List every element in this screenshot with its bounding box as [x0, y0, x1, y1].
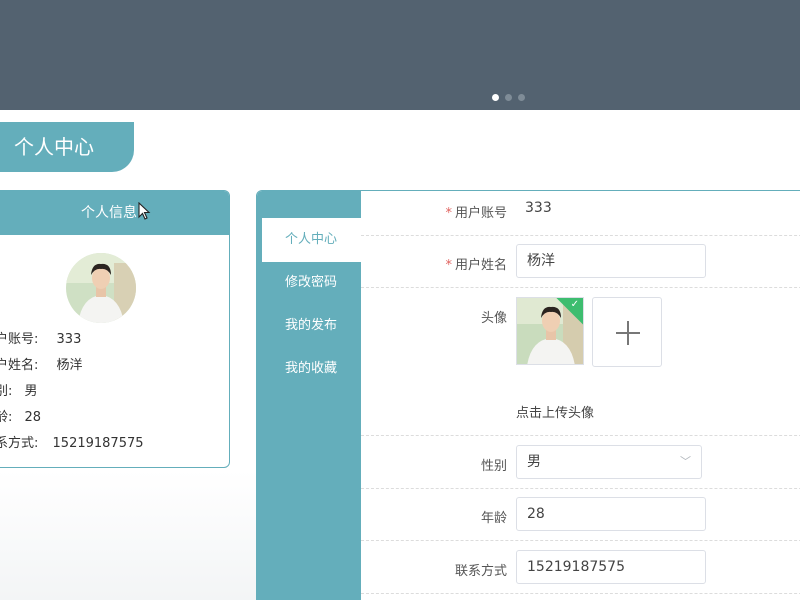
info-row-account: 户账号: 333 — [0, 328, 81, 347]
info-row-age: 龄: 28 — [0, 406, 41, 425]
nav-item-profile[interactable]: 个人中心 — [262, 218, 361, 262]
row-divider — [361, 593, 800, 594]
nav-item-my-favorites[interactable]: 我的收藏 — [257, 347, 361, 391]
info-value: 杨洋 — [56, 358, 83, 373]
info-value: 333 — [56, 332, 82, 347]
upload-avatar-hint[interactable]: 点击上传头像 — [516, 402, 594, 421]
account-value: 333 — [525, 200, 552, 216]
name-label: * 用户姓名 — [407, 254, 507, 273]
info-row-contact: 系方式: 15219187575 — [0, 432, 144, 451]
carousel-dot-3[interactable] — [518, 94, 525, 101]
account-label-text: 用户账号 — [454, 206, 507, 221]
avatar — [66, 253, 136, 323]
gender-select-value: 男 — [527, 454, 541, 470]
avatar-label: 头像 — [480, 311, 507, 326]
check-icon: ✓ — [570, 299, 579, 310]
account-label: * 用户账号 — [407, 202, 507, 221]
info-label: 别: — [0, 384, 13, 399]
info-label: 龄: — [0, 410, 13, 425]
carousel-dot-1[interactable] — [492, 94, 499, 101]
top-banner — [0, 0, 800, 110]
profile-panel: 个人中心 修改密码 我的发布 我的收藏 * 用户账号 333 * 用户姓名 杨洋 头… — [256, 190, 800, 600]
contact-label: 联系方式 — [454, 564, 507, 579]
info-label: 系方式: — [0, 436, 39, 451]
info-label: 户姓名: — [0, 358, 39, 373]
side-nav: 个人中心 修改密码 我的发布 我的收藏 — [257, 191, 361, 600]
carousel-dots — [492, 94, 525, 101]
info-value: 男 — [24, 384, 38, 399]
avatar-upload-button[interactable] — [592, 297, 662, 367]
bottom-fade — [0, 470, 256, 600]
carousel-dot-2[interactable] — [505, 94, 512, 101]
age-input[interactable]: 28 — [516, 497, 706, 531]
required-mark: * — [445, 258, 452, 273]
info-row-gender: 别: 男 — [0, 380, 38, 399]
name-label-text: 用户姓名 — [454, 258, 507, 273]
row-divider — [361, 540, 800, 541]
age-label: 年龄 — [480, 511, 507, 526]
chevron-down-icon: ﹀ — [680, 455, 691, 468]
row-divider — [361, 235, 800, 236]
row-divider — [361, 287, 800, 288]
avatar-preview[interactable]: ✓ — [516, 297, 584, 365]
mouse-cursor-icon — [138, 202, 151, 220]
personal-info-card: 个人信息 户账号: 333 户姓名: 杨洋 别: 男 龄: 28 系方式: 15… — [0, 190, 230, 468]
info-value: 28 — [24, 410, 42, 425]
info-label: 户账号: — [0, 332, 39, 347]
info-value: 15219187575 — [52, 436, 144, 451]
nav-item-my-posts[interactable]: 我的发布 — [257, 304, 361, 348]
row-divider — [361, 488, 800, 489]
page-title: 个人中心 — [0, 122, 134, 172]
name-input[interactable]: 杨洋 — [516, 244, 706, 278]
avatar-photo — [66, 253, 136, 323]
required-mark: * — [445, 206, 452, 221]
info-row-name: 户姓名: 杨洋 — [0, 354, 83, 373]
info-card-title: 个人信息 — [0, 191, 229, 235]
contact-input[interactable]: 15219187575 — [516, 550, 706, 584]
gender-label: 性别 — [480, 459, 507, 474]
row-divider — [361, 435, 800, 436]
gender-select[interactable]: 男 ﹀ — [516, 445, 702, 479]
nav-item-change-password[interactable]: 修改密码 — [257, 261, 361, 305]
